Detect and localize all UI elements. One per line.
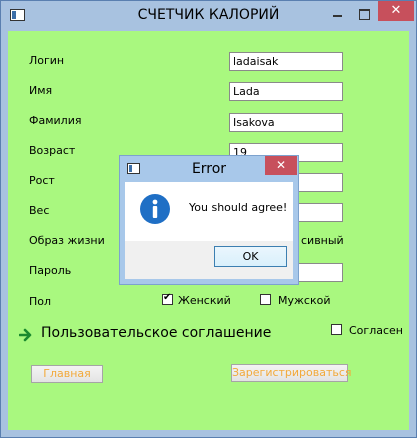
age-label: Возраст xyxy=(29,144,76,157)
register-button[interactable]: Зарегистрироваться xyxy=(231,364,352,382)
password-label: Пароль xyxy=(29,264,72,277)
title-bar[interactable]: СЧЕТЧИК КАЛОРИЙ ✕ xyxy=(1,1,416,31)
info-icon xyxy=(140,194,170,224)
app-window: СЧЕТЧИК КАЛОРИЙ ✕ Логин ladaisak Имя Lad… xyxy=(0,0,417,438)
lifestyle-select[interactable]: сивный xyxy=(301,234,344,247)
surname-field[interactable]: Isakova xyxy=(229,113,343,132)
gender-label: Пол xyxy=(29,295,52,308)
ok-button[interactable]: OK xyxy=(214,246,287,267)
home-button[interactable]: Главная xyxy=(31,365,103,383)
gender-female-checkbox[interactable] xyxy=(162,292,173,305)
dialog-close-button[interactable]: ✕ xyxy=(265,156,297,175)
dialog-body: You should agree! xyxy=(125,182,293,241)
weight-label: Вес xyxy=(29,204,50,217)
dialog-title-bar[interactable]: Error ✕ xyxy=(120,156,298,182)
height-label: Рост xyxy=(29,174,55,187)
agree-label[interactable]: Согласен xyxy=(349,324,403,337)
dialog-footer: OK xyxy=(125,241,293,279)
gender-male-checkbox[interactable] xyxy=(260,294,271,305)
name-label: Имя xyxy=(29,84,53,97)
agree-checkbox[interactable] xyxy=(331,324,342,335)
surname-label: Фамилия xyxy=(29,114,82,127)
lifestyle-label: Образ жизни xyxy=(29,234,105,247)
arrow-right-icon xyxy=(19,328,32,342)
close-button[interactable]: ✕ xyxy=(378,1,414,21)
name-field[interactable]: Lada xyxy=(229,82,343,101)
gender-male-label[interactable]: Мужской xyxy=(278,294,330,307)
login-label: Логин xyxy=(29,54,65,67)
gender-female-label[interactable]: Женский xyxy=(178,294,231,307)
login-field[interactable]: ladaisak xyxy=(229,52,343,71)
dialog-message: You should agree! xyxy=(189,201,288,214)
agreement-link[interactable]: Пользовательское соглашение xyxy=(41,325,271,341)
registration-form: Логин ladaisak Имя Lada Фамилия Isakova … xyxy=(8,31,409,430)
minimize-button[interactable] xyxy=(324,5,350,23)
error-dialog: Error ✕ You should agree! OK xyxy=(119,155,299,285)
maximize-button[interactable] xyxy=(351,5,377,23)
